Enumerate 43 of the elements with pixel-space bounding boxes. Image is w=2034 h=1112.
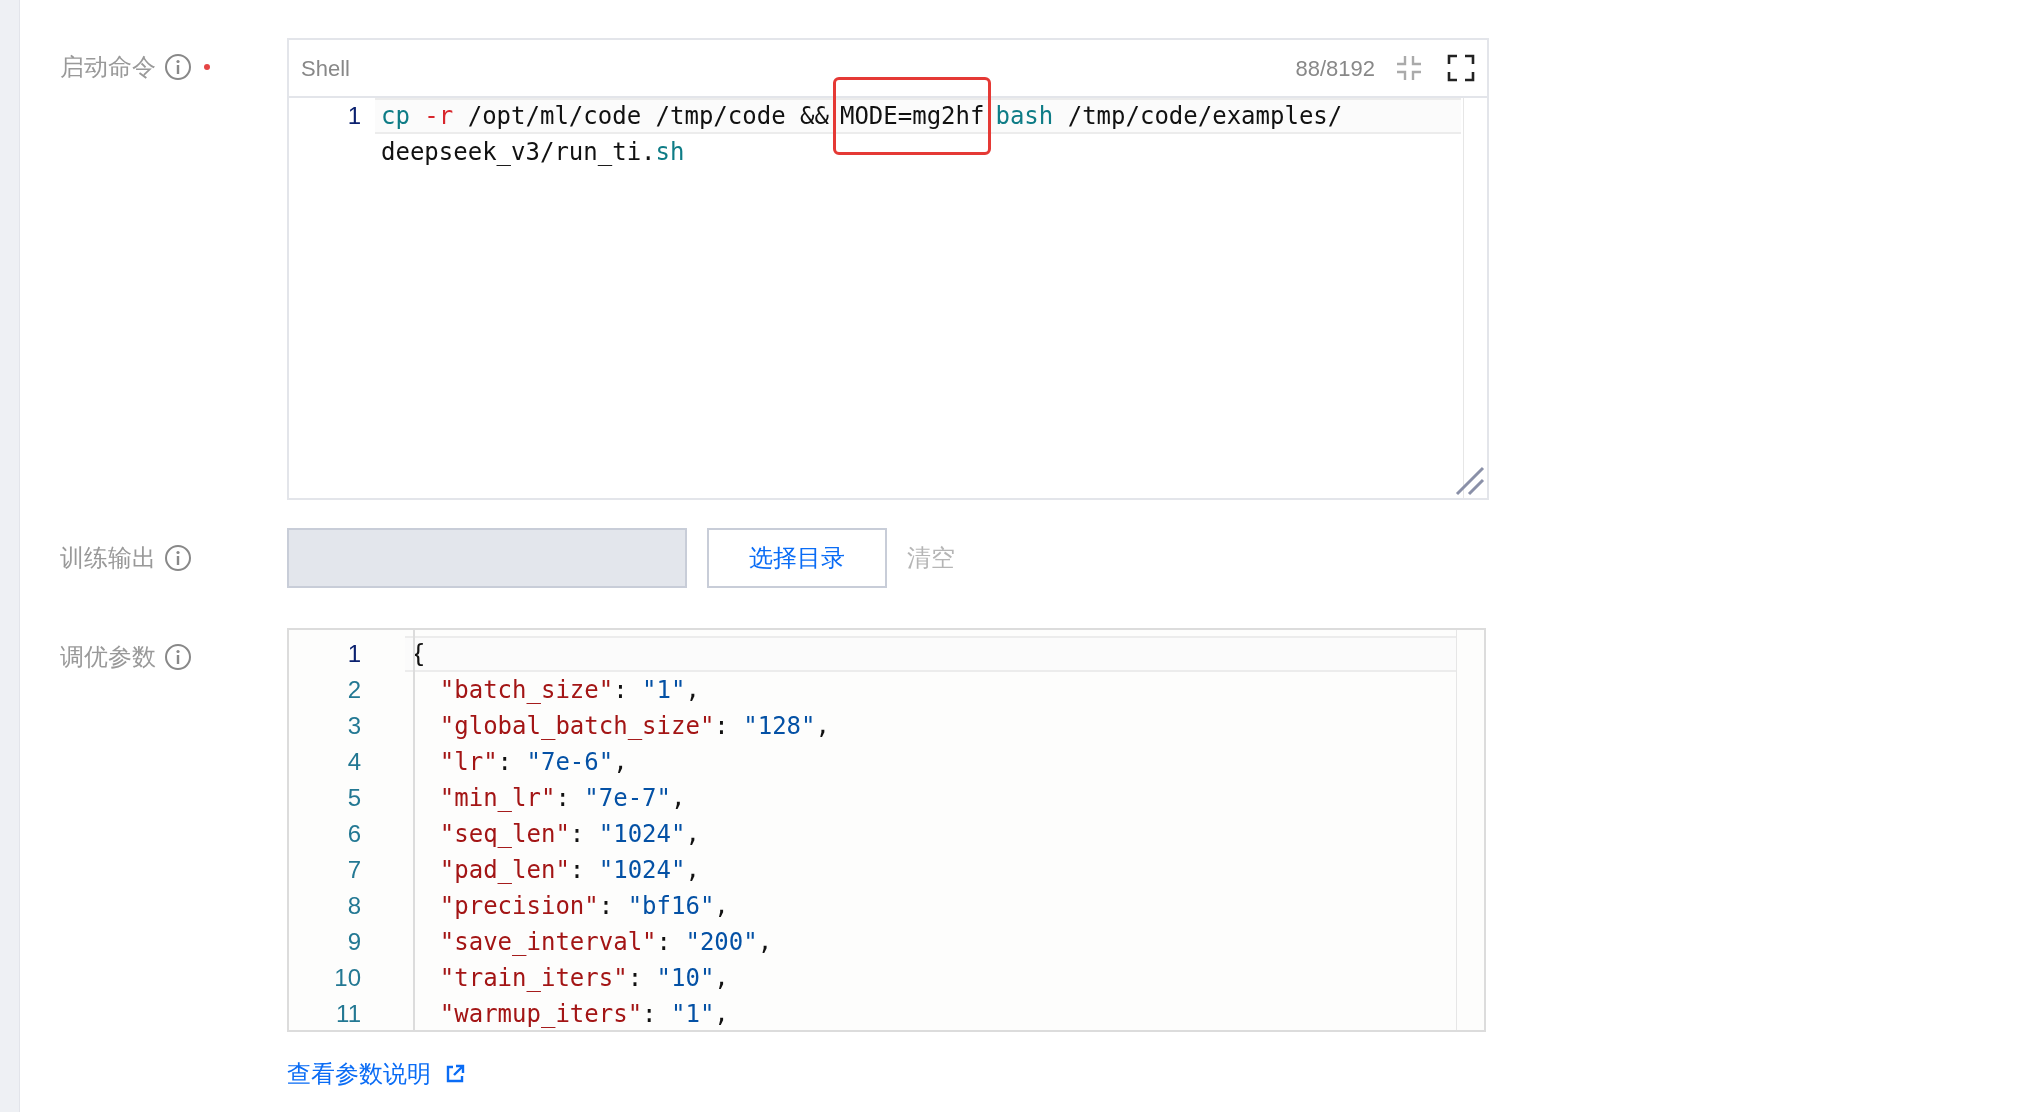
code-line: deepseek_v3/run_ti.sh <box>380 137 686 168</box>
language-label: Shell <box>301 54 351 83</box>
code-line: "precision": "bf16", <box>438 891 730 922</box>
external-link-icon <box>445 1064 465 1084</box>
fullscreen-icon[interactable] <box>1447 54 1475 82</box>
line-number: 9 <box>347 928 361 955</box>
code-line: "pad_len": "1024", <box>438 855 701 886</box>
info-icon[interactable] <box>164 53 192 81</box>
line-number: 11 <box>336 1000 361 1027</box>
line-number: 1 <box>347 102 361 129</box>
field-label: 训练输出 <box>60 543 156 573</box>
resize-handle-icon[interactable] <box>1455 466 1485 496</box>
highlighted-code: MODE=mg2hf <box>832 77 992 155</box>
line-number: 8 <box>347 892 361 919</box>
code-line: "save_interval": "200", <box>438 927 774 958</box>
code-line: "lr": "7e-6", <box>438 747 629 778</box>
select-directory-button[interactable]: 选择目录 <box>707 528 887 588</box>
character-counter: 88/8192 <box>1295 54 1375 83</box>
info-icon[interactable] <box>164 544 192 572</box>
code-line: "seq_len": "1024", <box>438 819 701 850</box>
code-line: "train_iters": "10", <box>438 963 730 994</box>
line-number: 4 <box>347 748 361 775</box>
field-label: 启动命令 <box>60 52 156 82</box>
collapse-icon[interactable] <box>1395 54 1423 82</box>
line-number: 6 <box>347 820 361 847</box>
code-line: "batch_size": "1", <box>438 675 701 706</box>
field-label: 调优参数 <box>60 642 156 672</box>
code-line: "global_batch_size": "128", <box>438 711 831 742</box>
line-number: 2 <box>347 676 361 703</box>
code-text: -r <box>423 101 454 132</box>
code-text: cp <box>381 101 410 132</box>
code-line: "warmup_iters": "1", <box>438 999 730 1030</box>
parameter-docs-link[interactable]: 查看参数说明 <box>287 1056 1486 1092</box>
line-number: 1 <box>347 640 361 667</box>
line-number: 7 <box>347 856 361 883</box>
info-icon[interactable] <box>164 643 192 671</box>
line-number: 10 <box>334 964 361 991</box>
code-text: /tmp/code/examples/ <box>1066 101 1343 132</box>
line-number: 5 <box>347 784 361 811</box>
line-number: 3 <box>347 712 361 739</box>
code-text: /opt/ml/code /tmp/code && <box>466 101 829 132</box>
code-line: "min_lr": "7e-7", <box>438 783 687 814</box>
code-text: bash <box>995 101 1054 132</box>
